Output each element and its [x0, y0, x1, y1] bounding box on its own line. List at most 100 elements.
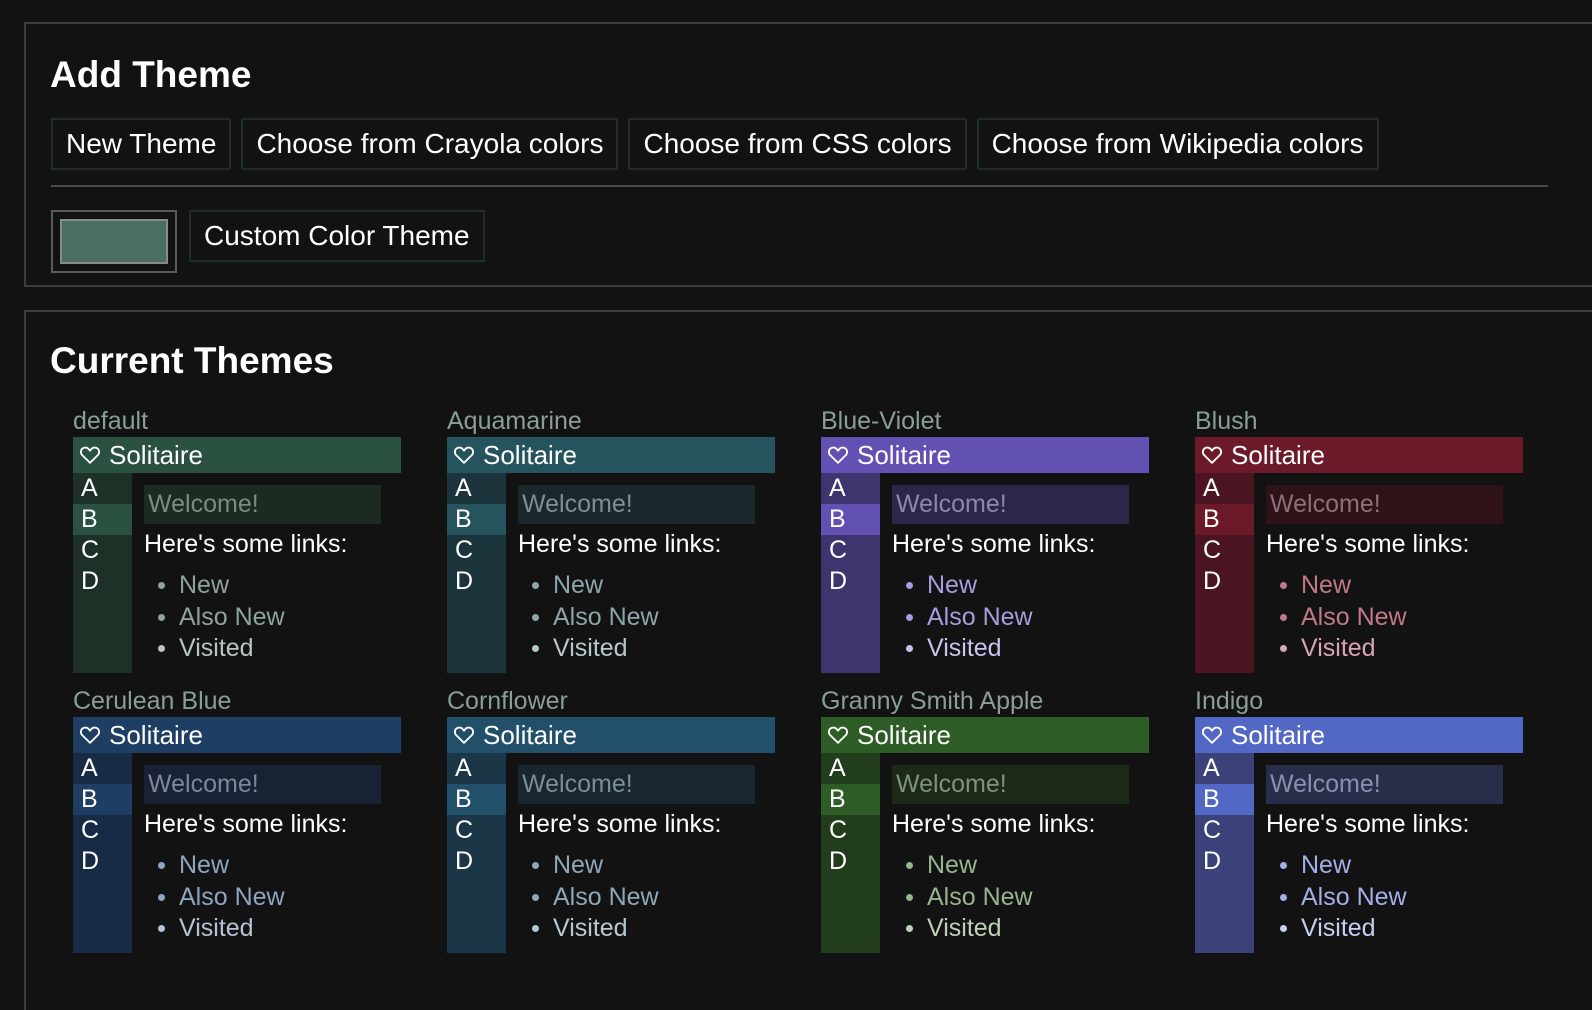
preview-title-bar: Solitaire — [821, 437, 1149, 473]
preview-sidebar: ABCD — [447, 753, 506, 953]
preview-sidebar-item: C — [455, 816, 474, 844]
theme-name: Indigo — [1195, 687, 1264, 715]
preview-link[interactable]: Also New — [904, 882, 1033, 914]
theme-name: Blush — [1195, 407, 1258, 435]
preview-link[interactable]: New — [904, 570, 1033, 602]
preview-app-name: Solitaire — [1231, 719, 1325, 750]
crayola-colors-button[interactable]: Choose from Crayola colors — [241, 118, 619, 170]
heart-icon — [1201, 726, 1223, 744]
theme-card[interactable]: default Solitaire A B C D Welcome! Here's some … — [73, 407, 401, 673]
preview-link[interactable]: Also New — [904, 602, 1033, 634]
preview-sidebar-item: D — [829, 567, 848, 595]
preview-link[interactable]: Also New — [156, 882, 285, 914]
current-themes-title: Current Themes — [50, 340, 334, 381]
preview-title-bar: Solitaire — [447, 717, 775, 753]
preview-sidebar-item: D — [455, 847, 474, 875]
preview-link[interactable]: Also New — [156, 602, 285, 634]
preview-welcome: Welcome! — [892, 485, 1129, 524]
preview-link[interactable]: Visited — [530, 913, 659, 945]
preview-sidebar: ABCD — [821, 753, 880, 953]
preview-link[interactable]: Visited — [904, 633, 1033, 665]
theme-card[interactable]: Granny Smith Apple Solitaire A B C D Welcome! H… — [821, 687, 1149, 953]
preview-sidebar-item: A — [455, 754, 472, 782]
preview-link[interactable]: Also New — [530, 602, 659, 634]
preview-link-list: New Also New Visited — [530, 850, 659, 945]
preview-sidebar-item: B — [73, 504, 132, 535]
theme-name: default — [73, 407, 149, 435]
preview-links-title: Here's some links: — [518, 530, 722, 558]
preview-link[interactable]: Visited — [904, 913, 1033, 945]
preview-sidebar: ABCD — [447, 473, 506, 673]
preview-app-name: Solitaire — [483, 719, 577, 750]
color-picker[interactable] — [51, 210, 177, 273]
preview-sidebar: ABCD — [1195, 473, 1254, 673]
preview-sidebar-item: C — [81, 536, 100, 564]
preview-links-title: Here's some links: — [144, 530, 348, 558]
preview-sidebar-item: C — [829, 816, 848, 844]
preview-link[interactable]: Also New — [530, 882, 659, 914]
preview-welcome: Welcome! — [1266, 485, 1503, 524]
theme-card[interactable]: Indigo Solitaire A B C D Welcome! Here's some l… — [1195, 687, 1523, 953]
preview-welcome: Welcome! — [518, 765, 755, 804]
preview-link[interactable]: New — [530, 570, 659, 602]
custom-color-theme-button[interactable]: Custom Color Theme — [189, 210, 485, 262]
theme-card[interactable]: Cerulean Blue Solitaire A B C D Welcome! Here's… — [73, 687, 401, 953]
preview-links-title: Here's some links: — [892, 530, 1096, 558]
preview-link-list: New Also New Visited — [904, 850, 1033, 945]
add-theme-title: Add Theme — [50, 54, 252, 95]
preview-title-bar: Solitaire — [73, 717, 401, 753]
preview-title-bar: Solitaire — [821, 717, 1149, 753]
preview-welcome: Welcome! — [518, 485, 755, 524]
preview-sidebar-item: A — [829, 474, 846, 502]
preview-link[interactable]: New — [156, 850, 285, 882]
preview-link[interactable]: New — [1278, 570, 1407, 602]
preview-sidebar-item: A — [81, 474, 98, 502]
preview-link[interactable]: Also New — [1278, 882, 1407, 914]
preview-title-bar: Solitaire — [1195, 717, 1523, 753]
preview-sidebar-item: D — [81, 847, 100, 875]
theme-card[interactable]: Blue-Violet Solitaire A B C D Welcome! Here's s… — [821, 407, 1149, 673]
preview-link[interactable]: Visited — [530, 633, 659, 665]
heart-icon — [79, 446, 101, 464]
heart-icon — [827, 726, 849, 744]
preview-link[interactable]: Visited — [156, 633, 285, 665]
preview-sidebar-item: D — [81, 567, 100, 595]
color-swatch[interactable] — [60, 219, 168, 264]
preview-title-bar: Solitaire — [447, 437, 775, 473]
preview-link-list: New Also New Visited — [156, 850, 285, 945]
preview-welcome: Welcome! — [144, 765, 381, 804]
preview-links-title: Here's some links: — [144, 810, 348, 838]
preview-link[interactable]: Also New — [1278, 602, 1407, 634]
preview-app-name: Solitaire — [483, 439, 577, 470]
theme-card[interactable]: Aquamarine Solitaire A B C D Welcome! Here's so… — [447, 407, 775, 673]
preview-sidebar-item: A — [1203, 754, 1220, 782]
new-theme-button[interactable]: New Theme — [51, 118, 232, 170]
preview-links-title: Here's some links: — [518, 810, 722, 838]
css-colors-button[interactable]: Choose from CSS colors — [628, 118, 967, 170]
preview-sidebar-item: B — [1195, 504, 1254, 535]
preview-sidebar-item: B — [447, 504, 506, 535]
theme-card[interactable]: Blush Solitaire A B C D Welcome! Here's some li… — [1195, 407, 1523, 673]
preview-link[interactable]: New — [530, 850, 659, 882]
preview-link[interactable]: Visited — [1278, 633, 1407, 665]
preview-sidebar-item: C — [81, 816, 100, 844]
heart-icon — [79, 726, 101, 744]
wikipedia-colors-button[interactable]: Choose from Wikipedia colors — [976, 118, 1379, 170]
preview-sidebar: ABCD — [821, 473, 880, 673]
preview-sidebar: ABCD — [1195, 753, 1254, 953]
preview-sidebar-item: C — [455, 536, 474, 564]
theme-card[interactable]: Cornflower Solitaire A B C D Welcome! Here's so… — [447, 687, 775, 953]
preview-link[interactable]: New — [156, 570, 285, 602]
preview-link[interactable]: New — [904, 850, 1033, 882]
preview-link[interactable]: Visited — [1278, 913, 1407, 945]
preview-sidebar-item: A — [829, 754, 846, 782]
preview-link[interactable]: Visited — [156, 913, 285, 945]
preview-links-title: Here's some links: — [1266, 810, 1470, 838]
preview-sidebar-item: C — [1203, 816, 1222, 844]
preview-link-list: New Also New Visited — [904, 570, 1033, 665]
theme-source-buttons: New Theme Choose from Crayola colors Cho… — [51, 118, 1379, 170]
preview-sidebar: ABCD — [73, 753, 132, 953]
preview-link[interactable]: New — [1278, 850, 1407, 882]
preview-link-list: New Also New Visited — [530, 570, 659, 665]
theme-name: Cerulean Blue — [73, 687, 232, 715]
